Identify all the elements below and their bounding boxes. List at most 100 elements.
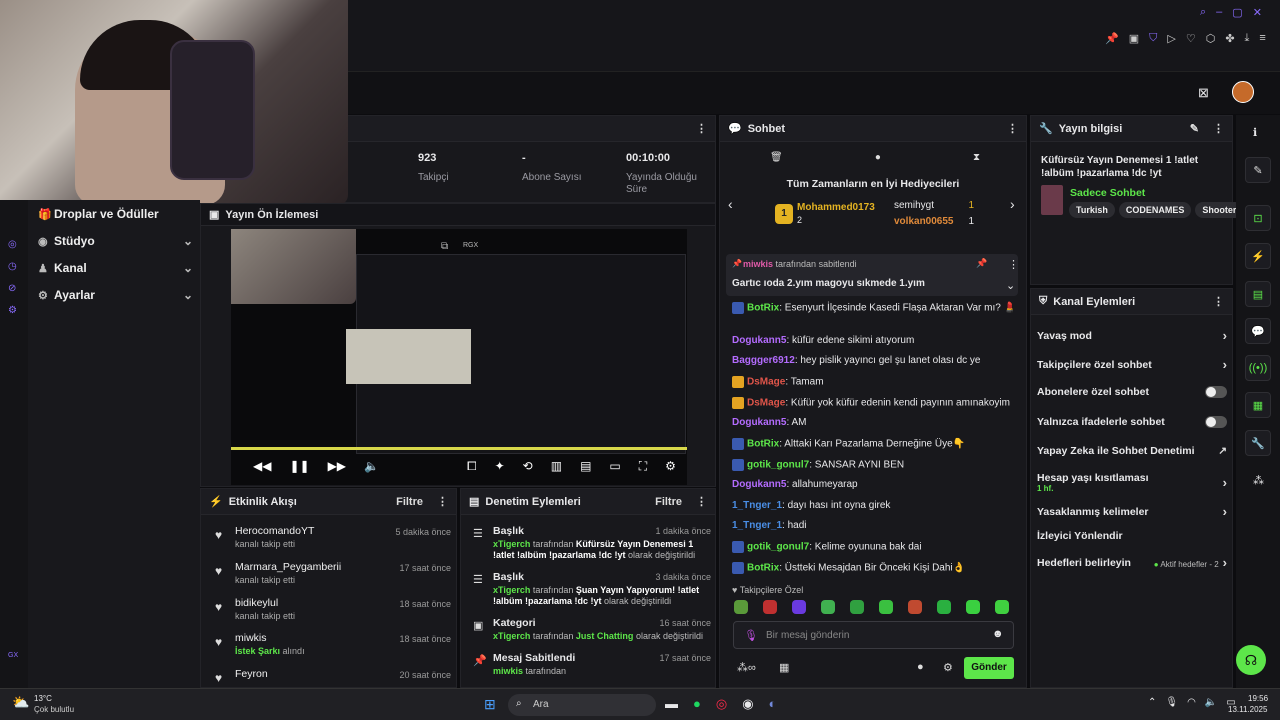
chat-message[interactable]: 1_Tnger_1: hadi — [732, 520, 807, 531]
chat-message[interactable]: Dogukann5: AM — [732, 417, 806, 428]
chevron-down-icon[interactable]: ⌄ — [1006, 279, 1015, 292]
more-icon[interactable]: ⋮ — [1213, 295, 1224, 308]
rail-icon[interactable]: ◷ — [8, 256, 17, 278]
play-icon[interactable]: ▷ — [1167, 32, 1175, 45]
kick-icon[interactable]: ⁂∞ — [737, 661, 756, 674]
opera-gx-icon[interactable]: ◎ — [716, 696, 727, 712]
chat-message[interactable]: Baggger6912: hey pislik yayıncı gel şu l… — [732, 355, 980, 366]
chat-message[interactable]: Dogukann5: küfür edene sikimi atıyorum — [732, 335, 914, 346]
nav-settings[interactable]: ⚙ Ayarlar ⌄ — [38, 284, 193, 306]
chevron-right-icon[interactable]: › — [1010, 196, 1015, 212]
windows-start-icon[interactable]: ⊞ — [484, 696, 496, 713]
layout-icon[interactable]: ▦ — [1245, 392, 1271, 418]
more-icon[interactable]: ⋮ — [1213, 122, 1224, 135]
chat-username[interactable]: 1_Tnger_1 — [732, 520, 782, 531]
more-icon[interactable]: ⋮ — [437, 495, 448, 508]
chat-username[interactable]: Dogukann5 — [732, 335, 786, 346]
emote-icon[interactable] — [821, 600, 835, 614]
close-icon[interactable]: ✕ — [1253, 6, 1262, 19]
video-player[interactable]: ⧉ RGX ◀◀ ❚❚ ▶▶ 🔈 ⧠ ✦ ⟲ ▥ ▤ ▭ ⛶ ⚙ — [231, 229, 687, 485]
camera-icon[interactable]: ⊡ — [1245, 205, 1271, 231]
mod-view-icon[interactable]: ⊠ — [1198, 85, 1209, 101]
action-control[interactable]: › — [1223, 328, 1227, 343]
channel-action-item[interactable]: İzleyici Yönlendir — [1037, 530, 1227, 542]
settings-icon[interactable]: ⚙ — [665, 459, 676, 474]
chat-settings-icon[interactable]: ● — [917, 661, 924, 673]
snapshot-icon[interactable]: ▣ — [1129, 32, 1139, 45]
unpin-icon[interactable]: 📌 — [976, 258, 987, 269]
chat-icon[interactable]: 💬 — [1245, 318, 1271, 344]
edit-icon[interactable]: ✎ — [1245, 157, 1271, 183]
progress-bar[interactable] — [231, 447, 687, 450]
filter-button[interactable]: Filtre — [396, 496, 423, 508]
chat-message[interactable]: gotik_gonul7: Kelime oyununa bak dai — [732, 541, 922, 553]
bolt-icon[interactable]: ⚡ — [1245, 243, 1271, 269]
steam-icon[interactable]: ◉ — [742, 696, 753, 712]
support-icon[interactable]: ☊ — [1236, 645, 1266, 675]
info-icon[interactable]: ℹ — [1253, 126, 1257, 139]
emote-icon[interactable] — [966, 600, 980, 614]
chevron-left-icon[interactable]: ‹ — [728, 196, 733, 212]
chat-message[interactable]: DsMage: Küfür yok küfür edenin kendi pay… — [732, 397, 1010, 409]
wifi-icon[interactable]: ◠ — [1187, 697, 1196, 708]
action-control[interactable]: ↗ — [1218, 445, 1227, 457]
channel-action-item[interactable]: Hesap yaşı kısıtlaması 1 hf. › — [1037, 472, 1227, 493]
mod-log-item[interactable]: ▣ Kategori 16 saat önce xTigerch tarafın… — [471, 617, 711, 647]
channel-action-item[interactable]: Takipçilere özel sohbet › — [1037, 357, 1227, 372]
nav-studio[interactable]: ◉ Stüdyo ⌄ — [38, 230, 193, 252]
emoji-icon[interactable]: ☻ — [992, 628, 1004, 640]
chat-username[interactable]: DsMage — [747, 398, 785, 409]
channel-action-item[interactable]: Hedefleri belirleyin ● Aktif hedefler - 2… — [1037, 555, 1227, 570]
avatar[interactable] — [1232, 81, 1254, 103]
doc-icon[interactable]: ▤ — [1245, 281, 1271, 307]
shield-icon[interactable]: ⛉ — [1149, 32, 1157, 45]
chat-username[interactable]: BotRix — [747, 303, 779, 314]
pause-icon[interactable]: ❚❚ — [289, 459, 309, 474]
chat-username[interactable]: DsMage — [747, 377, 785, 388]
chat-username[interactable]: Dogukann5 — [732, 479, 786, 490]
discord-icon[interactable]: ◐ — [769, 696, 777, 712]
chat-username[interactable]: BotRix — [747, 439, 779, 450]
more-icon[interactable]: ⋮ — [696, 495, 707, 508]
tag[interactable]: CODENAMES — [1118, 202, 1192, 218]
stats-icon[interactable]: ▥ — [551, 459, 562, 474]
rail-icon[interactable]: ⊘ — [8, 278, 17, 300]
forward-icon[interactable]: ▶▶ — [328, 459, 346, 474]
download-icon[interactable]: ⤓ — [1245, 32, 1250, 45]
nav-drops[interactable]: 🎁 Droplar ve Ödüller — [38, 203, 193, 225]
chat-message[interactable]: 1_Tnger_1: dayı hası int oyna girek — [732, 500, 890, 511]
mod-log-item[interactable]: 📌 Mesaj Sabitlendi 17 saat önce miwkis t… — [471, 652, 711, 682]
filter-button[interactable]: Filtre — [655, 496, 682, 508]
chat-message[interactable]: gotik_gonul7: SANSAR AYNI BEN — [732, 459, 904, 471]
extensions-icon[interactable]: ✤ — [1225, 32, 1234, 45]
store-icon[interactable]: ▦ — [779, 661, 789, 674]
tag[interactable]: Turkish — [1069, 202, 1115, 218]
emote-icon[interactable] — [792, 600, 806, 614]
action-control[interactable]: › — [1223, 475, 1227, 490]
chat-username[interactable]: gotik_gonul7 — [747, 460, 809, 471]
action-control[interactable] — [1205, 416, 1227, 428]
emote-icon[interactable] — [879, 600, 893, 614]
channel-action-item[interactable]: Abonelere özel sohbet — [1037, 386, 1227, 398]
clip-icon[interactable]: ⧠ — [467, 459, 477, 474]
fullscreen-icon[interactable]: ⛶ — [639, 459, 647, 474]
action-control[interactable] — [1205, 386, 1227, 398]
action-control[interactable]: › — [1223, 504, 1227, 519]
pin-icon[interactable]: 📌 — [1105, 32, 1119, 45]
volume-icon[interactable]: 🔈 — [1205, 697, 1217, 708]
replay-icon[interactable]: ⟲ — [523, 459, 533, 474]
action-control[interactable]: ● Aktif hedefler - 2 › — [1154, 555, 1227, 570]
edit-icon[interactable]: ✎ — [1190, 122, 1199, 135]
send-button[interactable]: Gönder — [964, 657, 1014, 679]
maximize-icon[interactable]: ▢ — [1232, 6, 1242, 19]
broadcast-icon[interactable]: ((•)) — [1245, 355, 1271, 381]
emote-icon[interactable] — [908, 600, 922, 614]
rail-icon[interactable]: ◎ — [8, 234, 17, 256]
volume-icon[interactable]: 🔈 — [364, 459, 379, 474]
chat-username[interactable]: 1_Tnger_1 — [732, 500, 782, 511]
theater-icon[interactable]: ▭ — [609, 459, 620, 474]
chat-message[interactable]: BotRix: Alttaki Karı Pazarlama Derneğine… — [732, 438, 965, 450]
pip-icon[interactable]: ⧉ — [441, 241, 448, 252]
wrench-icon[interactable]: 🔧 — [1245, 430, 1271, 456]
chat-message[interactable]: Dogukann5: allahumeyarap — [732, 479, 858, 490]
